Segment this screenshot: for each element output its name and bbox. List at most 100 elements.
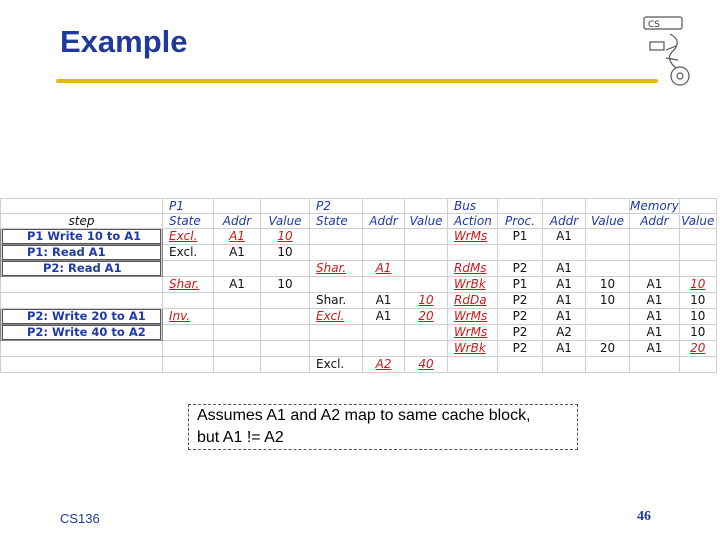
table-cell: WrMs bbox=[447, 308, 498, 325]
table-cell bbox=[585, 308, 630, 325]
table-cell: A1 bbox=[629, 340, 680, 357]
slide-title: Example bbox=[60, 24, 188, 59]
table-cell bbox=[404, 324, 448, 341]
table-cell bbox=[309, 340, 363, 357]
step-cell bbox=[0, 356, 163, 373]
cs-logo-icon: CS bbox=[643, 16, 690, 86]
header-cell: Value bbox=[260, 213, 310, 229]
step-cell: P2: Write 40 to A2 bbox=[0, 324, 163, 341]
step-label: P2: Write 40 to A2 bbox=[2, 325, 161, 340]
coherence-table: P1 P2 Bus Memory step State Addr Value S… bbox=[0, 198, 717, 373]
table-cell: WrBk bbox=[447, 340, 498, 357]
header-memory: Memory bbox=[629, 198, 680, 214]
table-cell: 10 bbox=[260, 276, 310, 293]
header-row-1: P1 P2 Bus Memory bbox=[0, 198, 717, 214]
table-cell bbox=[678, 356, 717, 373]
table-cell: 20 bbox=[404, 308, 448, 325]
table-cell: A1 bbox=[629, 276, 680, 293]
table-cell bbox=[260, 292, 310, 309]
header-cell: Proc. bbox=[497, 213, 543, 229]
table-cell: A1 bbox=[362, 308, 405, 325]
table-cell: P2 bbox=[497, 292, 543, 309]
step-cell bbox=[0, 292, 163, 309]
table-row: Shar. A1 10 RdDa P2 A1 10 A1 10 bbox=[0, 292, 717, 309]
header-cell bbox=[497, 198, 543, 214]
step-cell: P2: Read A1 bbox=[0, 260, 163, 277]
table-cell: P2 bbox=[497, 308, 543, 325]
table-cell bbox=[309, 244, 363, 261]
table-cell bbox=[447, 356, 498, 373]
table-cell: 10 bbox=[678, 324, 717, 341]
header-cell bbox=[678, 198, 717, 214]
table-cell: A1 bbox=[362, 260, 405, 277]
table-cell bbox=[213, 340, 261, 357]
step-label: P1: Read A1 bbox=[2, 245, 161, 260]
table-cell: P2 bbox=[497, 324, 543, 341]
table-row: P2: Read A1 Shar. A1 RdMs P2 A1 bbox=[0, 260, 717, 277]
table-cell bbox=[162, 324, 214, 341]
table-cell: RdMs bbox=[447, 260, 498, 277]
header-p2: P2 bbox=[309, 198, 363, 214]
table-cell: 10 bbox=[404, 292, 448, 309]
step-cell: P1: Read A1 bbox=[0, 244, 163, 261]
table-cell bbox=[404, 228, 448, 245]
header-cell: Value bbox=[585, 213, 630, 229]
table-cell: A2 bbox=[542, 324, 586, 341]
header-cell bbox=[0, 198, 163, 214]
header-cell: State bbox=[309, 213, 363, 229]
table-cell bbox=[162, 340, 214, 357]
table-cell bbox=[629, 244, 680, 261]
table-cell: A1 bbox=[629, 324, 680, 341]
header-row-2: step State Addr Value State Addr Value A… bbox=[0, 213, 717, 229]
table-cell: Excl. bbox=[162, 228, 214, 245]
note-box: Assumes A1 and A2 map to same cache bloc… bbox=[188, 404, 578, 450]
step-cell bbox=[0, 276, 163, 293]
table-cell bbox=[362, 340, 405, 357]
table-cell bbox=[260, 324, 310, 341]
table-cell: WrMs bbox=[447, 228, 498, 245]
header-cell bbox=[542, 198, 586, 214]
step-label: P2: Write 20 to A1 bbox=[2, 309, 161, 324]
page-number: 46 bbox=[637, 509, 651, 524]
table-cell: 10 bbox=[678, 308, 717, 325]
table-cell bbox=[309, 324, 363, 341]
logo-text: CS bbox=[648, 20, 660, 30]
table-cell: A1 bbox=[542, 276, 586, 293]
table-cell bbox=[362, 324, 405, 341]
table-cell bbox=[213, 356, 261, 373]
table-cell bbox=[362, 228, 405, 245]
table-cell: A1 bbox=[629, 292, 680, 309]
note-line-1: Assumes A1 and A2 map to same cache bloc… bbox=[197, 407, 531, 424]
table-row: WrBk P2 A1 20 A1 20 bbox=[0, 340, 717, 357]
table-cell bbox=[213, 308, 261, 325]
table-cell: 40 bbox=[404, 356, 448, 373]
table-cell: 20 bbox=[678, 340, 717, 357]
note-line-2: but A1 != A2 bbox=[197, 429, 284, 446]
header-cell bbox=[585, 198, 630, 214]
table-cell: 20 bbox=[585, 340, 630, 357]
table-cell bbox=[213, 260, 261, 277]
table-cell: P1 bbox=[497, 228, 543, 245]
table-row: P1: Read A1 Excl. A1 10 bbox=[0, 244, 717, 261]
table-cell bbox=[447, 244, 498, 261]
table-cell bbox=[162, 260, 214, 277]
footer-course: CS136 bbox=[60, 511, 100, 526]
step-cell: P2: Write 20 to A1 bbox=[0, 308, 163, 325]
table-cell: A1 bbox=[213, 228, 261, 245]
table-cell: A1 bbox=[542, 340, 586, 357]
table-row: P2: Write 40 to A2 WrMs P2 A2 A1 10 bbox=[0, 324, 717, 341]
table-cell: 10 bbox=[585, 292, 630, 309]
table-cell: 10 bbox=[678, 276, 717, 293]
table-cell bbox=[585, 228, 630, 245]
table-row: Shar. A1 10 WrBk P1 A1 10 A1 10 bbox=[0, 276, 717, 293]
step-cell: P1 Write 10 to A1 bbox=[0, 228, 163, 245]
table-cell: A1 bbox=[542, 228, 586, 245]
table-cell bbox=[260, 356, 310, 373]
table-cell: 10 bbox=[585, 276, 630, 293]
table-cell: 10 bbox=[260, 244, 310, 261]
table-row: P2: Write 20 to A1 Inv. Excl. A1 20 WrMs P2 A1 A… bbox=[0, 308, 717, 325]
table-cell: Shar. bbox=[309, 292, 363, 309]
step-cell bbox=[0, 340, 163, 357]
title-underline bbox=[56, 79, 658, 83]
header-cell bbox=[404, 198, 448, 214]
